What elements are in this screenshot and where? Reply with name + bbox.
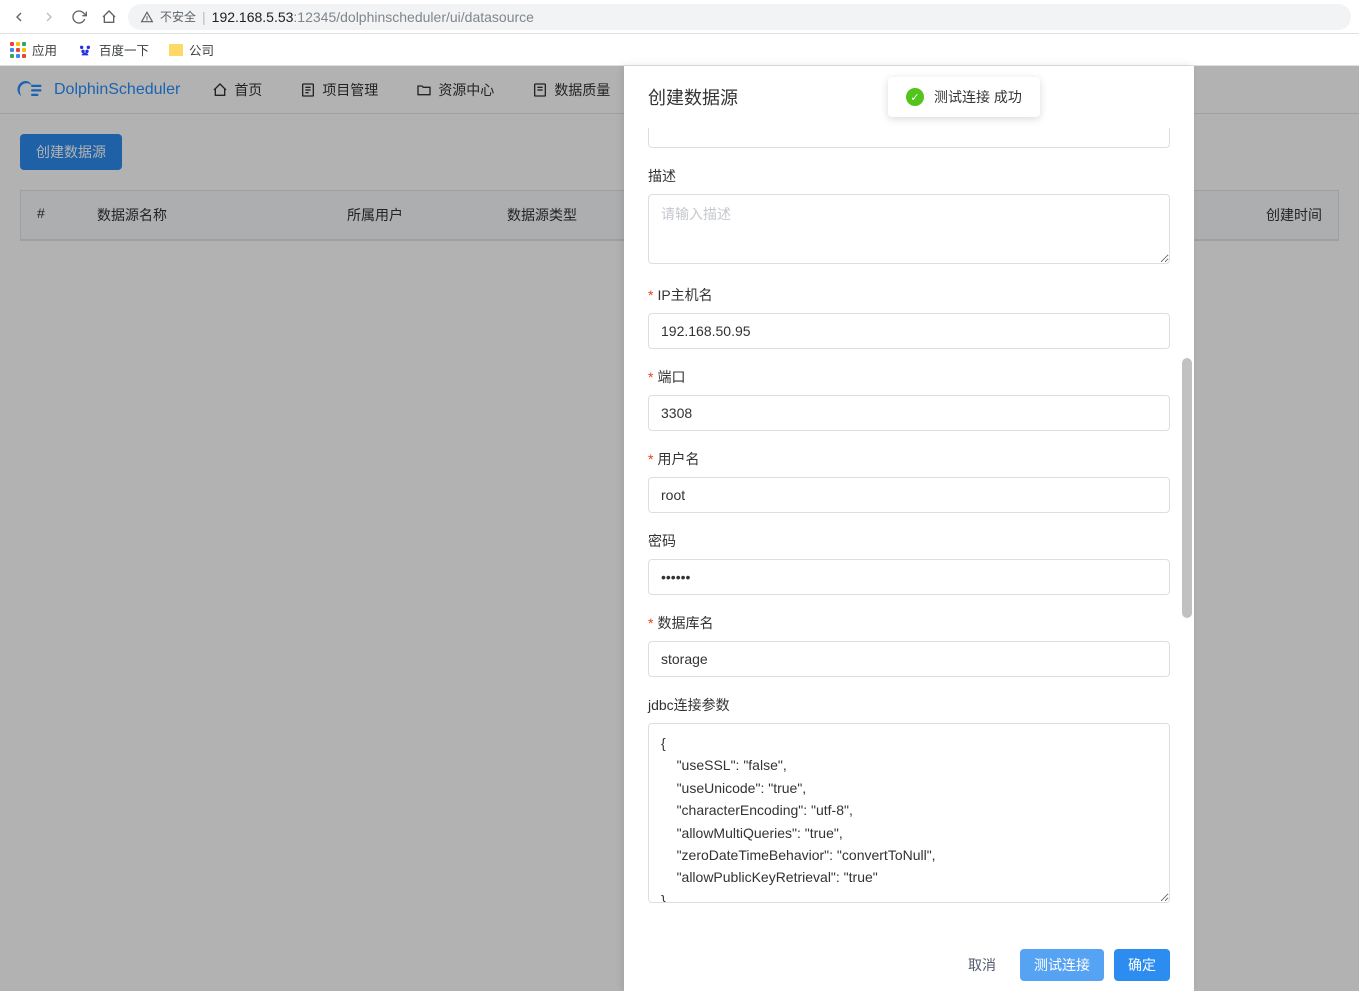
database-input[interactable] [648,641,1170,677]
confirm-button[interactable]: 确定 [1114,949,1170,981]
drawer-scrollbar[interactable] [1180,128,1194,946]
test-connection-button[interactable]: 测试连接 [1020,949,1104,981]
reload-button[interactable] [68,6,90,28]
forward-button[interactable] [38,6,60,28]
label-user: *用户名 [648,449,1170,469]
cancel-button[interactable]: 取消 [954,949,1010,981]
success-toast: ✓ 测试连接 成功 [888,77,1040,117]
home-button[interactable] [98,6,120,28]
jdbc-params-textarea[interactable] [648,723,1170,903]
label-port: *端口 [648,367,1170,387]
description-textarea[interactable] [648,194,1170,264]
label-jdbc: jdbc连接参数 [648,695,1170,715]
label-password: 密码 [648,531,1170,551]
bookmark-apps[interactable]: 应用 [10,40,57,59]
scrollbar-thumb[interactable] [1182,358,1192,618]
host-input[interactable] [648,313,1170,349]
label-description: 描述 [648,166,1170,186]
previous-field-partial[interactable] [648,128,1170,148]
browser-toolbar: 不安全 | 192.168.5.53:12345/dolphinschedule… [0,0,1359,34]
password-input[interactable] [648,559,1170,595]
drawer-body: 描述 *IP主机名 *端口 *用户名 密码 *数据库名 jdbc连接参数 [624,128,1194,939]
drawer-footer: 取消 测试连接 确定 [624,939,1194,991]
back-button[interactable] [8,6,30,28]
create-datasource-drawer: 创建数据源 ✓ 测试连接 成功 描述 *IP主机名 *端口 *用户名 密码 [624,66,1194,991]
url-text: 192.168.5.53:12345/dolphinscheduler/ui/d… [212,9,534,25]
apps-icon [10,42,26,58]
port-input[interactable] [648,395,1170,431]
toast-text: 测试连接 成功 [934,87,1022,107]
drawer-title: 创建数据源 [648,84,738,110]
check-icon: ✓ [906,88,924,106]
username-input[interactable] [648,477,1170,513]
bookmark-company[interactable]: 公司 [169,40,214,59]
label-database: *数据库名 [648,613,1170,633]
address-bar[interactable]: 不安全 | 192.168.5.53:12345/dolphinschedule… [128,4,1351,30]
warning-icon [140,10,154,24]
folder-icon [169,44,183,56]
label-host: *IP主机名 [648,285,1170,305]
insecure-label: 不安全 [160,8,196,25]
paw-icon [77,42,93,58]
bookmarks-bar: 应用 百度一下 公司 [0,34,1359,66]
bookmark-baidu[interactable]: 百度一下 [77,40,149,59]
